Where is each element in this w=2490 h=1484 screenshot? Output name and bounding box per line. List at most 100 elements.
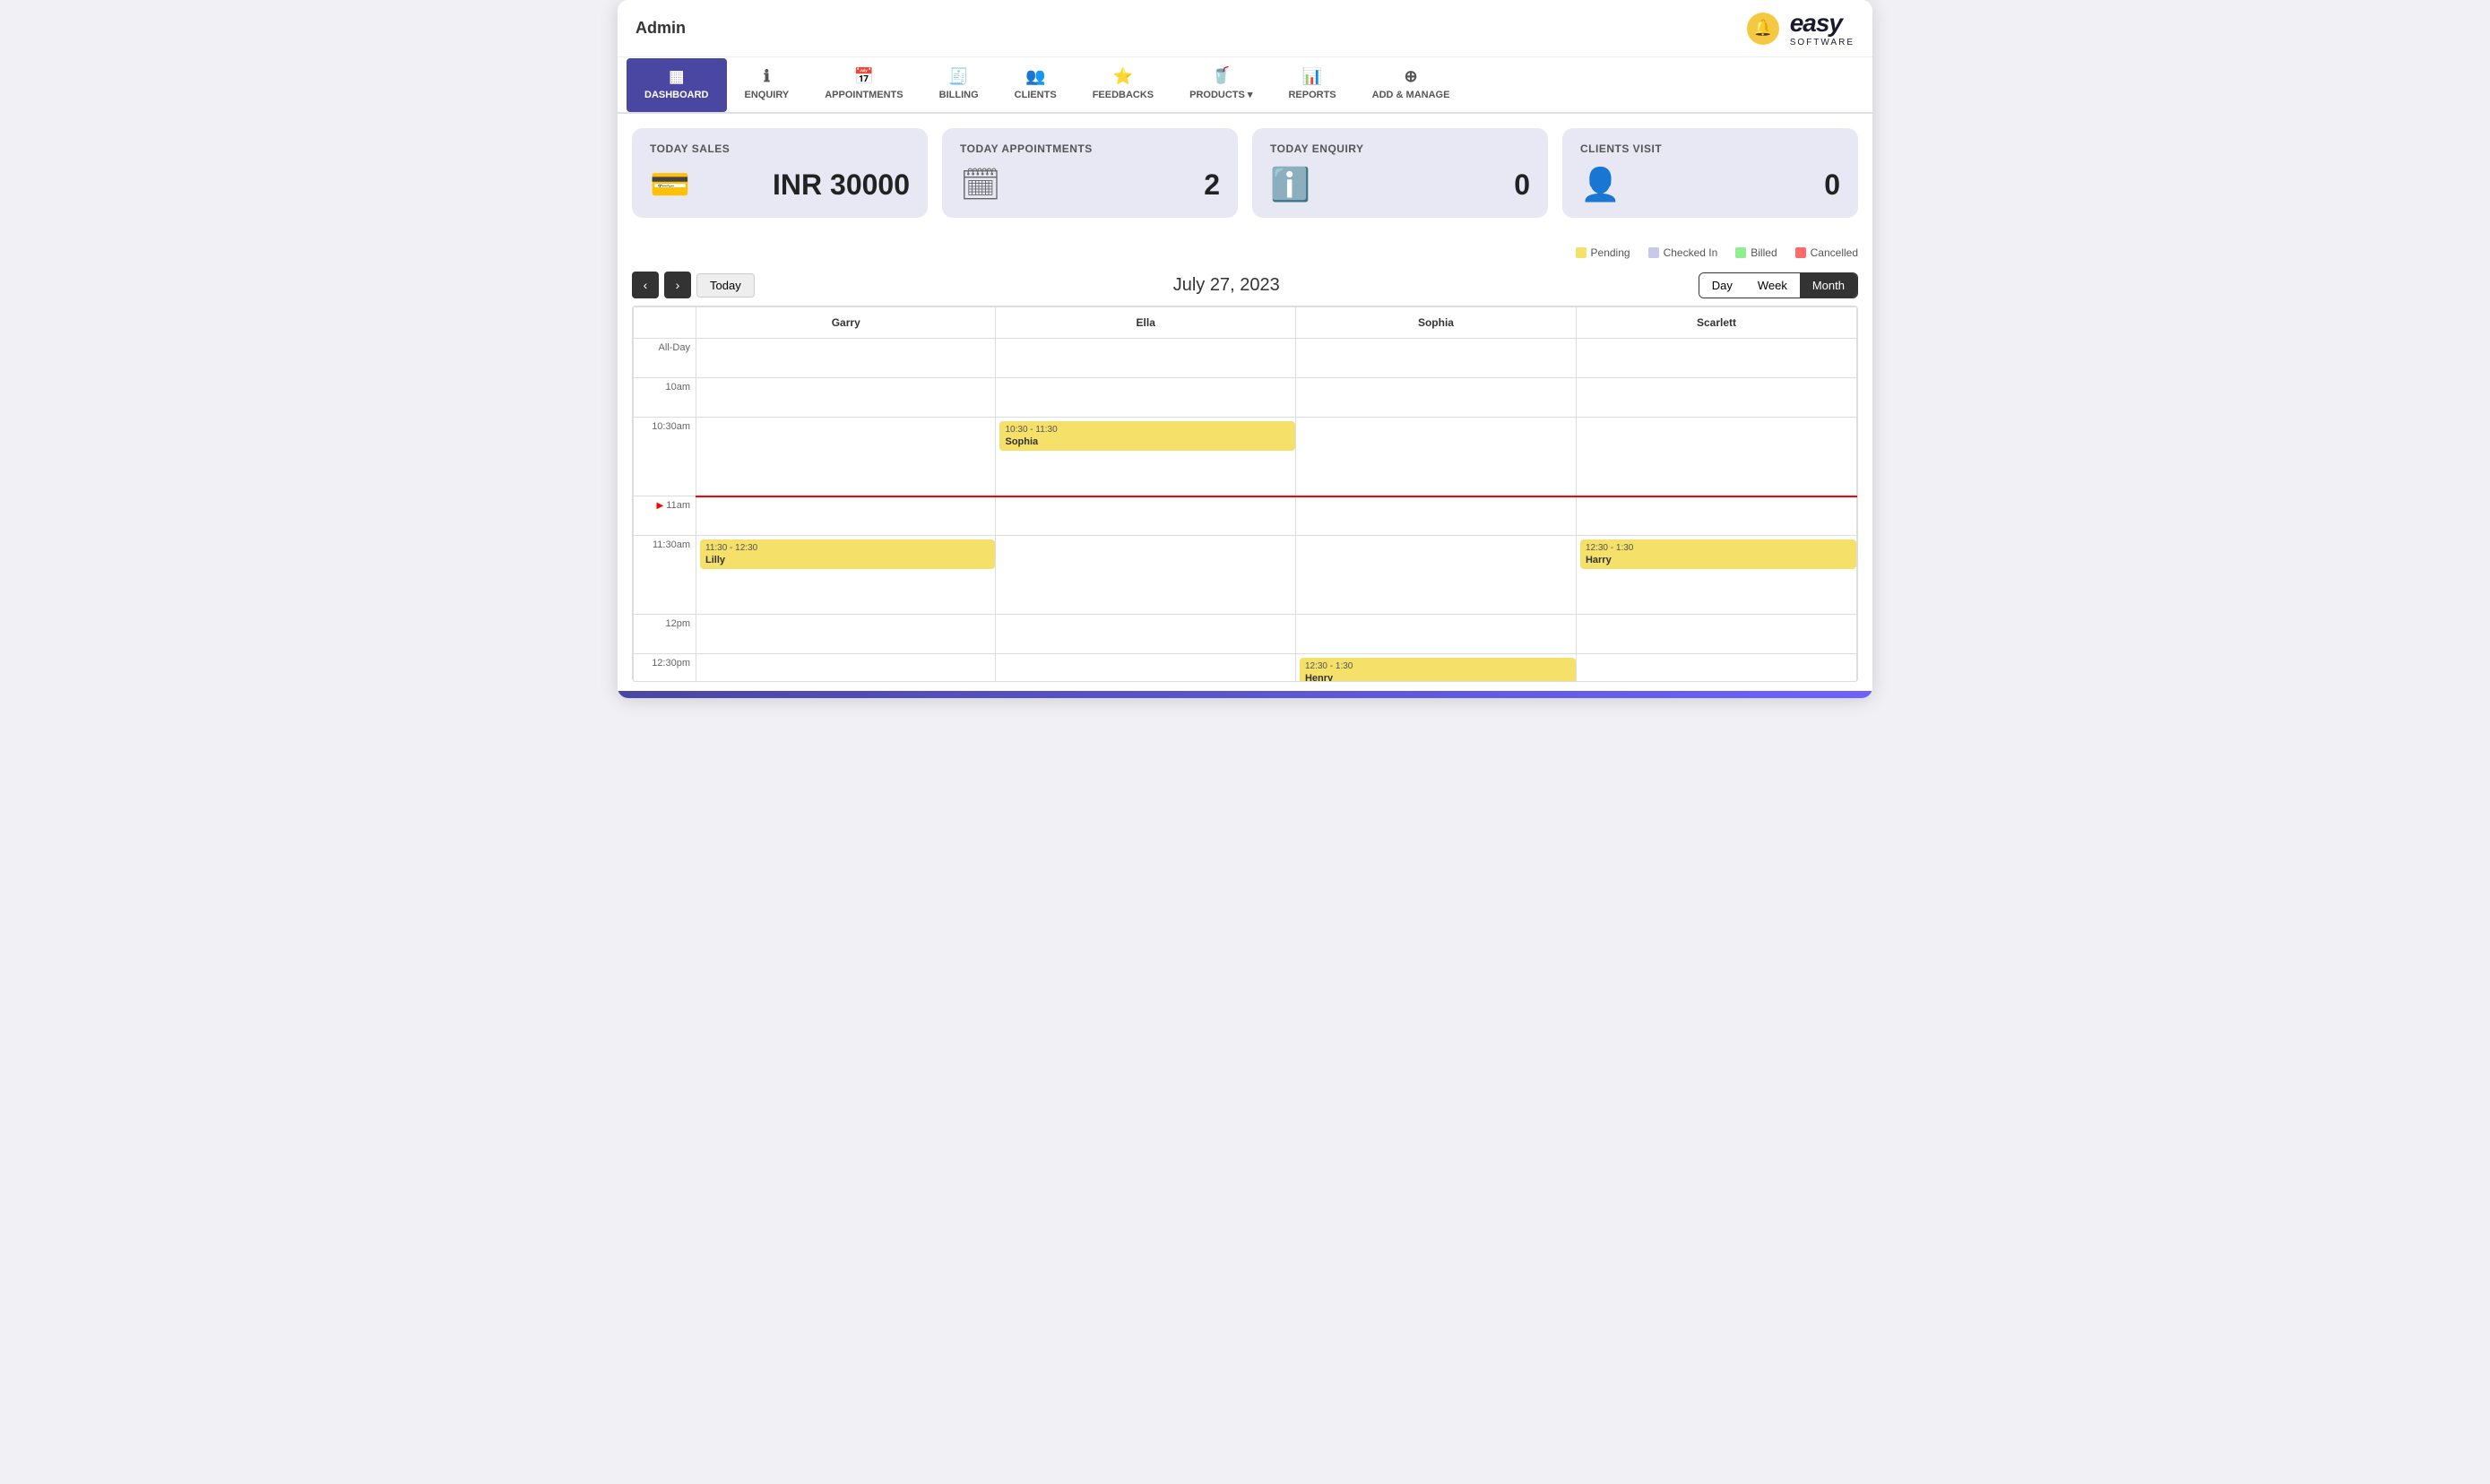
cell-scarlett-1230pm[interactable] bbox=[1576, 654, 1856, 683]
cell-garry-12pm[interactable] bbox=[696, 615, 996, 654]
cell-garry-1230pm[interactable] bbox=[696, 654, 996, 683]
view-toggle: Day Week Month bbox=[1699, 272, 1858, 298]
cell-scarlett-1030am[interactable] bbox=[1576, 418, 1856, 496]
cell-ella-1030am[interactable]: 10:30 - 11:30 Sophia bbox=[996, 418, 1295, 496]
cell-sophia-1130am[interactable] bbox=[1295, 536, 1576, 615]
cell-garry-11am[interactable] bbox=[696, 496, 996, 536]
app-container: Admin 🔔 easy SOFTWARE ▦ DASHBOARD ℹ ENQU… bbox=[618, 0, 1872, 698]
products-icon: 🥤 bbox=[1211, 66, 1231, 85]
cell-sophia-11am[interactable] bbox=[1295, 496, 1576, 536]
notification-bell-icon[interactable]: 🔔 bbox=[1747, 13, 1779, 45]
nav-item-appointments[interactable]: 📅 APPOINTMENTS bbox=[807, 58, 921, 112]
reports-icon: 📊 bbox=[1302, 67, 1322, 86]
appt-harry[interactable]: 12:30 - 1:30 Harry bbox=[1580, 539, 1856, 569]
cell-scarlett-10am[interactable] bbox=[1576, 378, 1856, 418]
cell-ella-11am[interactable] bbox=[996, 496, 1295, 536]
cell-scarlett-1130am[interactable]: 12:30 - 1:30 Harry bbox=[1576, 536, 1856, 615]
appt-lilly-name: Lilly bbox=[705, 555, 990, 565]
day-view-button[interactable]: Day bbox=[1699, 273, 1745, 298]
calendar-table: Garry Ella Sophia Scarlett All-Day bbox=[633, 306, 1857, 682]
nav-bar: ▦ DASHBOARD ℹ ENQUIRY 📅 APPOINTMENTS 🧾 B… bbox=[618, 57, 1872, 114]
nav-item-enquiry[interactable]: ℹ ENQUIRY bbox=[727, 58, 808, 112]
nav-item-products[interactable]: 🥤 PRODUCTS ▾ bbox=[1172, 57, 1270, 112]
enquiry-icon: ℹ bbox=[764, 67, 770, 86]
calendar-wrapper[interactable]: Garry Ella Sophia Scarlett All-Day bbox=[632, 306, 1858, 682]
checked-in-color-dot bbox=[1648, 247, 1659, 258]
calendar-date-title: July 27, 2023 bbox=[1173, 275, 1280, 296]
feedbacks-icon: ⭐ bbox=[1113, 67, 1133, 86]
legend-pending: Pending bbox=[1576, 246, 1630, 259]
nav-item-dashboard[interactable]: ▦ DASHBOARD bbox=[627, 58, 727, 112]
calendar-section: Pending Checked In Billed Cancelled ‹ › … bbox=[618, 232, 1872, 691]
cell-ella-10am[interactable] bbox=[996, 378, 1295, 418]
time-10am: 10am bbox=[634, 378, 696, 418]
month-view-button[interactable]: Month bbox=[1800, 273, 1857, 298]
prev-button[interactable]: ‹ bbox=[632, 272, 659, 298]
row-1130am: 11:30am 11:30 - 12:30 Lilly 12:30 - 1:30 bbox=[634, 536, 1857, 615]
nav-item-feedbacks[interactable]: ⭐ FEEDBACKS bbox=[1075, 58, 1172, 112]
stat-card-sales: TODAY SALES 💳 INR 30000 bbox=[632, 128, 928, 218]
cell-scarlett-12pm[interactable] bbox=[1576, 615, 1856, 654]
billed-color-dot bbox=[1735, 247, 1746, 258]
calendar-nav: ‹ › Today bbox=[632, 272, 755, 298]
nav-item-add-manage[interactable]: ⊕ ADD & MANAGE bbox=[1354, 58, 1468, 112]
next-button[interactable]: › bbox=[664, 272, 691, 298]
appt-sophia[interactable]: 10:30 - 11:30 Sophia bbox=[999, 421, 1294, 451]
logo: easy SOFTWARE bbox=[1790, 9, 1855, 47]
stats-row: TODAY SALES 💳 INR 30000 TODAY APPOINTMEN… bbox=[618, 114, 1872, 232]
stat-card-enquiry: TODAY ENQUIRY ℹ️ 0 bbox=[1252, 128, 1548, 218]
appt-henry-time: 12:30 - 1:30 bbox=[1305, 661, 1570, 671]
row-11am: ▶ 11am bbox=[634, 496, 1857, 536]
col-scarlett: Scarlett bbox=[1576, 307, 1856, 339]
time-1030am: 10:30am bbox=[634, 418, 696, 496]
all-day-scarlett[interactable] bbox=[1576, 339, 1856, 378]
time-12pm: 12pm bbox=[634, 615, 696, 654]
wallet-icon: 💳 bbox=[650, 166, 690, 203]
calendar-controls: ‹ › Today July 27, 2023 Day Week Month bbox=[632, 264, 1858, 306]
nav-item-billing[interactable]: 🧾 BILLING bbox=[921, 58, 997, 112]
appt-lilly[interactable]: 11:30 - 12:30 Lilly bbox=[700, 539, 995, 569]
week-view-button[interactable]: Week bbox=[1745, 273, 1800, 298]
appt-sophia-name: Sophia bbox=[1005, 436, 1289, 447]
all-day-ella[interactable] bbox=[996, 339, 1295, 378]
cell-ella-12pm[interactable] bbox=[996, 615, 1295, 654]
all-day-sophia[interactable] bbox=[1295, 339, 1576, 378]
clients-icon: 👥 bbox=[1025, 67, 1045, 86]
person-icon: 👤 bbox=[1580, 166, 1621, 203]
time-header bbox=[634, 307, 696, 339]
clients-value: 0 bbox=[1824, 168, 1840, 202]
cell-ella-1130am[interactable] bbox=[996, 536, 1295, 615]
cell-ella-1230pm[interactable] bbox=[996, 654, 1295, 683]
time-11am: ▶ 11am bbox=[634, 496, 696, 536]
cell-sophia-12pm[interactable] bbox=[1295, 615, 1576, 654]
cell-garry-1030am[interactable] bbox=[696, 418, 996, 496]
dashboard-icon: ▦ bbox=[669, 67, 684, 86]
row-12pm: 12pm bbox=[634, 615, 1857, 654]
all-day-row: All-Day bbox=[634, 339, 1857, 378]
all-day-garry[interactable] bbox=[696, 339, 996, 378]
legend-checked-in: Checked In bbox=[1648, 246, 1718, 259]
enquiry-value: 0 bbox=[1514, 168, 1530, 202]
row-10am: 10am bbox=[634, 378, 1857, 418]
time-1230pm: 12:30pm bbox=[634, 654, 696, 683]
stat-card-appointments: TODAY APPOINTMENTS 🗓 2 bbox=[942, 128, 1238, 218]
nav-item-reports[interactable]: 📊 REPORTS bbox=[1270, 58, 1353, 112]
appointments-value: 2 bbox=[1204, 168, 1220, 202]
cell-garry-1130am[interactable]: 11:30 - 12:30 Lilly bbox=[696, 536, 996, 615]
appt-harry-time: 12:30 - 1:30 bbox=[1586, 543, 1851, 553]
cancelled-color-dot bbox=[1795, 247, 1806, 258]
cell-sophia-1030am[interactable] bbox=[1295, 418, 1576, 496]
cell-sophia-1230pm[interactable]: 12:30 - 1:30 Henry bbox=[1295, 654, 1576, 683]
pending-color-dot bbox=[1576, 247, 1587, 258]
today-button[interactable]: Today bbox=[696, 273, 755, 298]
legend-billed: Billed bbox=[1735, 246, 1777, 259]
cell-garry-10am[interactable] bbox=[696, 378, 996, 418]
cell-sophia-10am[interactable] bbox=[1295, 378, 1576, 418]
bottom-bar bbox=[618, 691, 1872, 698]
appt-sophia-time: 10:30 - 11:30 bbox=[1005, 425, 1289, 435]
add-manage-icon: ⊕ bbox=[1404, 67, 1417, 86]
nav-item-clients[interactable]: 👥 CLIENTS bbox=[997, 58, 1075, 112]
col-garry: Garry bbox=[696, 307, 996, 339]
appt-henry[interactable]: 12:30 - 1:30 Henry bbox=[1300, 658, 1576, 682]
cell-scarlett-11am[interactable] bbox=[1576, 496, 1856, 536]
